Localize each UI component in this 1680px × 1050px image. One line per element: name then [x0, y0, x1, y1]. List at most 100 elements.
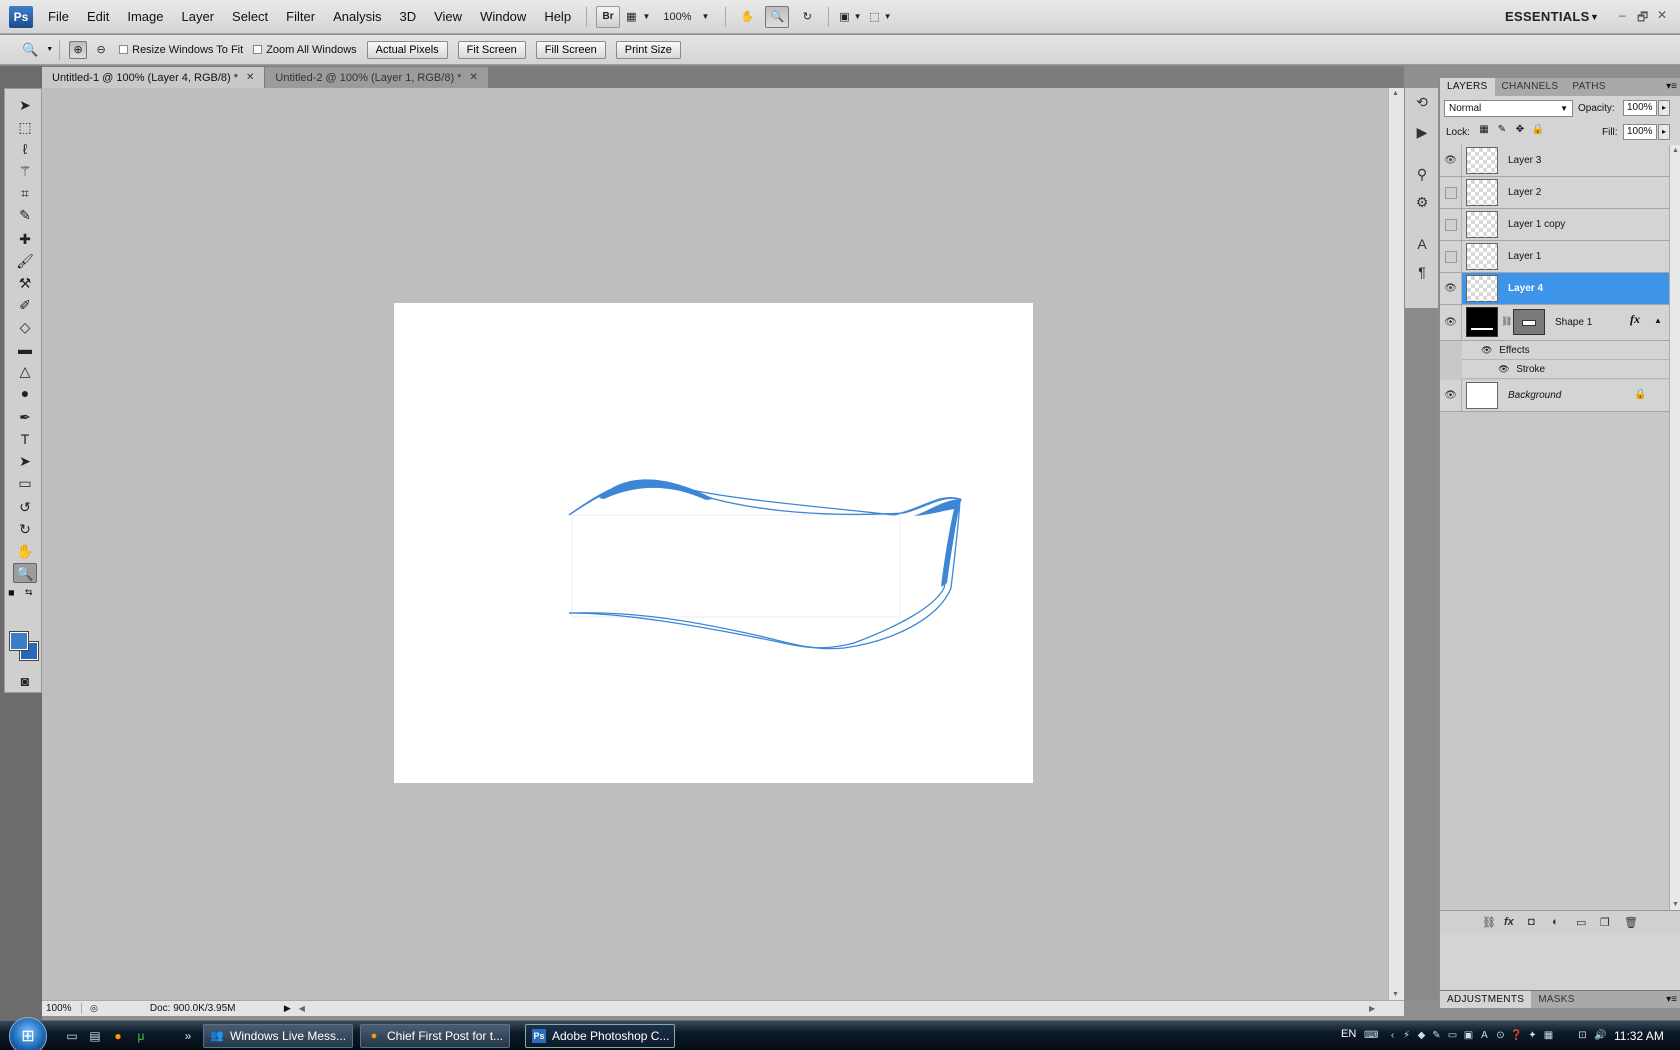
- view-extras-button[interactable]: ▦ ▼: [626, 6, 650, 28]
- checkbox-box[interactable]: [119, 45, 129, 54]
- hand-tool-icon[interactable]: ✋: [13, 541, 37, 561]
- scroll-up-icon[interactable]: ▲: [1392, 90, 1399, 97]
- tab-layers[interactable]: LAYERS: [1440, 78, 1495, 96]
- zoom-tool-preset-icon[interactable]: 🔍: [22, 42, 38, 58]
- history-icon[interactable]: ⟲: [1412, 94, 1432, 114]
- taskbar-button-messenger[interactable]: 👥 Windows Live Mess...: [203, 1024, 353, 1048]
- scroll-up-icon[interactable]: ▲: [1672, 147, 1679, 154]
- blend-mode-dropdown[interactable]: Normal ▼: [1444, 100, 1573, 117]
- show-desktop-icon[interactable]: ▭: [64, 1028, 80, 1044]
- actions-icon[interactable]: ▶: [1412, 124, 1432, 144]
- visibility-toggle[interactable]: 👁: [1440, 380, 1462, 411]
- lock-transparency-icon[interactable]: ▦: [1477, 124, 1491, 138]
- menu-3d[interactable]: 3D: [390, 0, 425, 34]
- healing-brush-tool-icon[interactable]: ✚: [13, 229, 37, 249]
- menu-file[interactable]: File: [39, 0, 78, 34]
- tray-app-icon[interactable]: ⊙: [1494, 1029, 1507, 1042]
- zoom-level-dropdown[interactable]: 100% ▼: [656, 6, 716, 28]
- menu-select[interactable]: Select: [223, 0, 277, 34]
- minimize-icon[interactable]: –: [1619, 8, 1626, 22]
- tray-app-icon[interactable]: ▦: [1542, 1029, 1555, 1042]
- rectangle-tool-icon[interactable]: ▭: [13, 473, 37, 493]
- menu-edit[interactable]: Edit: [78, 0, 118, 34]
- layer-row-layer-4[interactable]: 👁 Layer 4: [1440, 273, 1669, 305]
- eye-icon[interactable]: 👁: [1498, 364, 1509, 374]
- delete-layer-icon[interactable]: 🗑: [1624, 916, 1638, 929]
- visibility-toggle[interactable]: [1440, 209, 1462, 240]
- document-canvas[interactable]: [394, 303, 1033, 783]
- eraser-tool-icon[interactable]: ◇: [13, 317, 37, 337]
- chevron-down-icon[interactable]: ▼: [46, 46, 53, 53]
- gradient-tool-icon[interactable]: ▬: [13, 339, 37, 359]
- history-brush-tool-icon[interactable]: ✐: [13, 295, 37, 315]
- lock-all-icon[interactable]: 🔒: [1531, 124, 1545, 138]
- zoom-in-icon[interactable]: ⊕: [69, 40, 88, 59]
- clone-source-icon[interactable]: ⚲: [1412, 166, 1432, 186]
- layer-row-background[interactable]: 👁 Background 🔒: [1440, 380, 1669, 412]
- status-indicator-icon[interactable]: ◎: [90, 1003, 98, 1014]
- eye-icon[interactable]: 👁: [1481, 345, 1492, 355]
- stroke-effect-row[interactable]: 👁 Stroke: [1462, 360, 1669, 379]
- menu-view[interactable]: View: [425, 0, 471, 34]
- opacity-arrow-icon[interactable]: ▸: [1658, 100, 1670, 116]
- zoom-level-field[interactable]: 100%: [42, 1003, 82, 1014]
- vertical-scrollbar[interactable]: ▲ ▼: [1388, 88, 1404, 1000]
- eyedropper-tool-icon[interactable]: ✎: [13, 205, 37, 225]
- layers-scrollbar[interactable]: ▲ ▼: [1669, 145, 1680, 910]
- tray-app-icon[interactable]: ✦: [1526, 1029, 1539, 1042]
- 3d-orbit-tool-icon[interactable]: ↻: [13, 519, 37, 539]
- bridge-button[interactable]: Br: [596, 5, 621, 28]
- adjustment-layer-icon[interactable]: ◐: [1552, 916, 1559, 928]
- zoom-tool-button[interactable]: 🔍: [765, 5, 790, 28]
- fx-icon[interactable]: fx: [1630, 312, 1640, 327]
- status-menu-arrow-icon[interactable]: ▶: [284, 1003, 291, 1014]
- network-connection-icon[interactable]: ⊡: [1576, 1029, 1589, 1042]
- foreground-color-swatch[interactable]: [9, 631, 29, 651]
- menu-layer[interactable]: Layer: [173, 0, 224, 34]
- tab-masks[interactable]: MASKS: [1531, 991, 1582, 1008]
- more-quicklaunch-icon[interactable]: »: [180, 1028, 196, 1044]
- tray-app-icon[interactable]: ✎: [1430, 1029, 1443, 1042]
- close-icon[interactable]: ✕: [469, 68, 477, 88]
- menu-help[interactable]: Help: [535, 0, 580, 34]
- 3d-rotate-tool-icon[interactable]: ↺: [13, 497, 37, 517]
- tab-adjustments[interactable]: ADJUSTMENTS: [1440, 991, 1532, 1008]
- menu-analysis[interactable]: Analysis: [324, 0, 390, 34]
- layer-row-layer-3[interactable]: 👁 Layer 3: [1440, 145, 1669, 177]
- lock-image-icon[interactable]: ✎: [1495, 124, 1509, 138]
- swap-colors-icon[interactable]: ⇆: [25, 587, 33, 598]
- character-icon[interactable]: A: [1412, 236, 1432, 256]
- hand-tool-button[interactable]: ✋: [735, 6, 759, 28]
- tool-presets-icon[interactable]: ⚙: [1412, 194, 1432, 214]
- arrange-documents-button[interactable]: ▣ ▼: [838, 6, 862, 28]
- menu-filter[interactable]: Filter: [277, 0, 324, 34]
- tray-app-icon[interactable]: ❓: [1510, 1029, 1523, 1042]
- tab-untitled-1[interactable]: Untitled-1 @ 100% (Layer 4, RGB/8) * ✕: [42, 67, 265, 88]
- scroll-down-icon[interactable]: ▼: [1392, 991, 1399, 998]
- taskbar-button-firefox[interactable]: ● Chief First Post for t...: [360, 1024, 510, 1048]
- switch-windows-icon[interactable]: ▤: [87, 1028, 103, 1044]
- workspace-switcher[interactable]: ESSENTIALS: [1505, 0, 1590, 34]
- fill-field[interactable]: 100%: [1623, 124, 1657, 140]
- volume-icon[interactable]: 🔊: [1594, 1029, 1607, 1042]
- firefox-icon[interactable]: ●: [110, 1028, 126, 1044]
- tab-untitled-2[interactable]: Untitled-2 @ 100% (Layer 1, RGB/8) * ✕: [265, 67, 488, 88]
- visibility-toggle[interactable]: [1440, 177, 1462, 208]
- pen-tool-icon[interactable]: ✒: [13, 407, 37, 427]
- tray-app-icon[interactable]: A: [1478, 1029, 1491, 1042]
- paragraph-icon[interactable]: ¶: [1412, 264, 1432, 284]
- layer-row-shape-1[interactable]: 👁 ⛓ Shape 1 fx ▲: [1440, 305, 1669, 341]
- path-selection-tool-icon[interactable]: ➤: [13, 451, 37, 471]
- clone-stamp-tool-icon[interactable]: ⚒: [13, 273, 37, 293]
- quick-mask-icon[interactable]: ◙: [13, 671, 37, 691]
- zoom-tool-icon[interactable]: 🔍: [13, 563, 37, 583]
- taskbar-button-photoshop[interactable]: Ps Adobe Photoshop C...: [525, 1024, 675, 1048]
- tray-app-icon[interactable]: ◆: [1415, 1029, 1428, 1042]
- crop-tool-icon[interactable]: ⌗: [13, 183, 37, 203]
- magic-wand-tool-icon[interactable]: ⚚: [13, 161, 37, 181]
- canvas-workspace[interactable]: [42, 88, 1388, 1000]
- panel-menu-icon[interactable]: ▾≡: [1666, 78, 1677, 96]
- add-mask-icon[interactable]: ◘: [1528, 916, 1535, 928]
- resize-windows-checkbox[interactable]: Resize Windows To Fit: [119, 44, 243, 56]
- layer-row-layer-2[interactable]: Layer 2: [1440, 177, 1669, 209]
